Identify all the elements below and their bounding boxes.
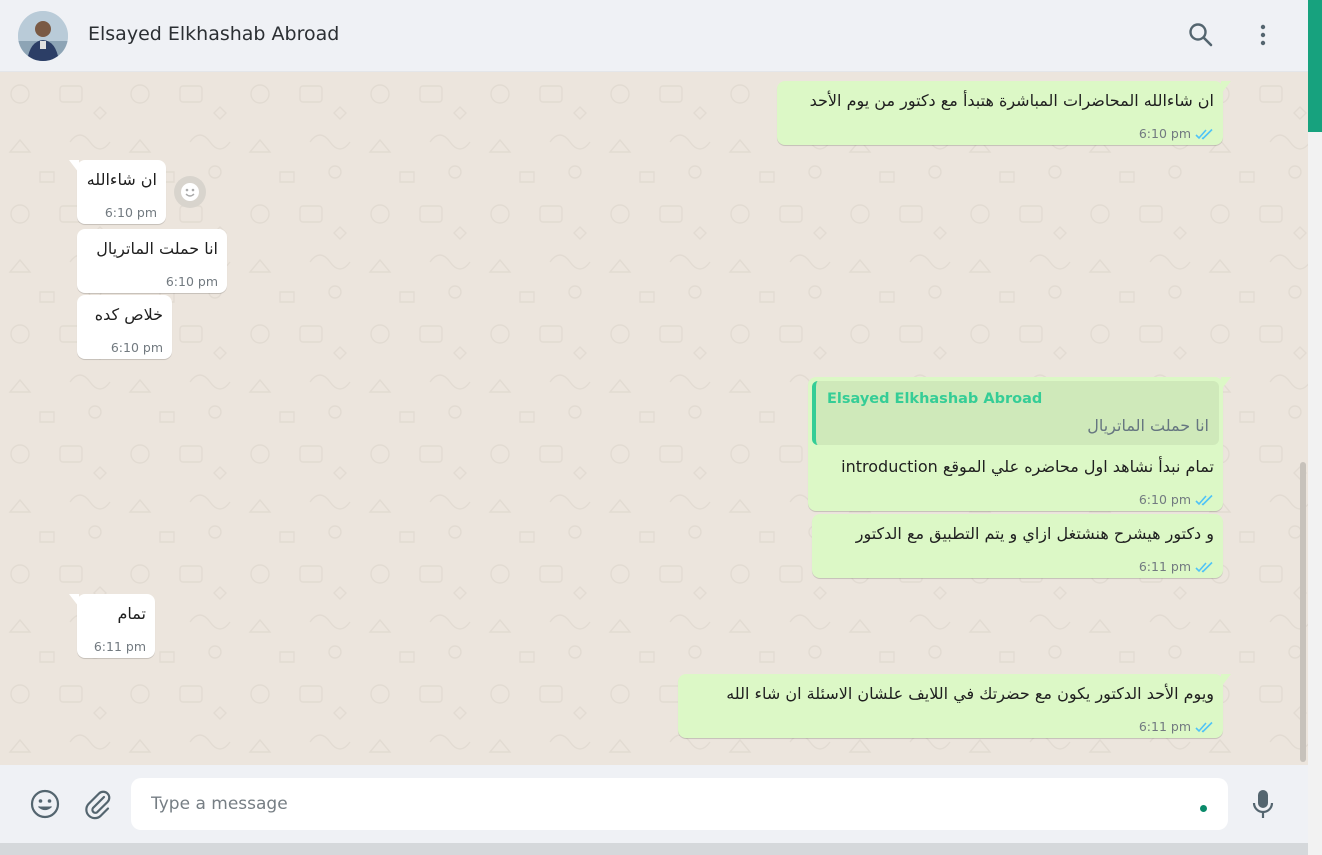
message-time: 6:10 pm: [1138, 126, 1191, 141]
message-meta: 6:10 pm: [1139, 492, 1214, 507]
avatar[interactable]: [18, 11, 68, 61]
react-emoji-button[interactable]: [174, 176, 206, 208]
accent-strip: [1308, 0, 1322, 132]
emoji-icon[interactable]: [28, 787, 62, 821]
message-time: 6:11 pm: [93, 639, 146, 654]
message-meta: 6:10 pm: [105, 205, 157, 220]
read-ticks-icon: [1195, 721, 1213, 732]
message-meta: 6:11 pm: [94, 639, 146, 654]
message-meta: 6:10 pm: [166, 274, 218, 289]
message-meta: 6:11 pm: [1139, 559, 1214, 574]
chat-scrollbar[interactable]: [1300, 462, 1306, 762]
chat-header: Elsayed Elkhashab Abroad: [0, 0, 1308, 72]
message-input[interactable]: [131, 778, 1228, 830]
message-text: و دكتور هيشرح هنشتغل ازاي و يتم التطبيق …: [855, 524, 1214, 543]
read-ticks-icon: [1195, 128, 1213, 139]
message-time: 6:10 pm: [110, 340, 163, 355]
mic-icon[interactable]: [1248, 787, 1278, 821]
message-time: 6:10 pm: [165, 274, 218, 289]
message-text: ويوم الأحد الدكتور يكون مع حضرتك في اللا…: [726, 684, 1214, 703]
message-text: تمام: [117, 604, 146, 623]
message-meta: 6:11 pm: [1139, 719, 1214, 734]
message-meta: 6:10 pm: [111, 340, 163, 355]
message-text: تمام نبدأ نشاهد اول محاضره علي الموقع in…: [841, 457, 1214, 476]
composer: [0, 765, 1308, 843]
message-bubble-incoming[interactable]: تمام 6:11 pm: [69, 594, 155, 658]
quoted-message[interactable]: Elsayed Elkhashab Abroad انا حملت الماتر…: [812, 381, 1219, 445]
smiley-icon: [181, 183, 199, 201]
message-bubble-outgoing[interactable]: ان شاءالله المحاضرات المباشرة هتبدأ مع د…: [777, 81, 1231, 145]
quoted-text: انا حملت الماتريال: [1087, 416, 1209, 435]
message-time: 6:11 pm: [1138, 719, 1191, 734]
message-text: انا حملت الماتريال: [96, 239, 218, 258]
message-bubble-outgoing[interactable]: و دكتور هيشرح هنشتغل ازاي و يتم التطبيق …: [812, 514, 1223, 578]
message-bubble-incoming[interactable]: انا حملت الماتريال 6:10 pm: [77, 229, 227, 293]
message-time: 6:10 pm: [1138, 492, 1191, 507]
message-bubble-outgoing[interactable]: ويوم الأحد الدكتور يكون مع حضرتك في اللا…: [678, 674, 1231, 738]
message-time: 6:10 pm: [104, 205, 157, 220]
message-bubble-outgoing[interactable]: Elsayed Elkhashab Abroad انا حملت الماتر…: [808, 377, 1231, 511]
message-bubble-incoming[interactable]: خلاص كده 6:10 pm: [77, 295, 172, 359]
message-time: 6:11 pm: [1138, 559, 1191, 574]
attach-icon[interactable]: [80, 787, 114, 821]
read-ticks-icon: [1195, 561, 1213, 572]
read-ticks-icon: [1195, 494, 1213, 505]
chat-window: Elsayed Elkhashab Abroad ان شاءالله المح…: [0, 0, 1308, 855]
message-text: خلاص كده: [94, 305, 163, 324]
message-list[interactable]: ان شاءالله المحاضرات المباشرة هتبدأ مع د…: [0, 72, 1308, 765]
message-text: ان شاءالله: [86, 170, 157, 189]
bottom-strip: [0, 843, 1308, 855]
message-text: ان شاءالله المحاضرات المباشرة هتبدأ مع د…: [809, 91, 1214, 110]
quoted-author: Elsayed Elkhashab Abroad: [827, 391, 1043, 407]
menu-dots-icon[interactable]: [1248, 20, 1278, 50]
search-icon[interactable]: [1186, 20, 1216, 50]
message-meta: 6:10 pm: [1139, 126, 1214, 141]
status-dot: [1200, 805, 1207, 812]
message-bubble-incoming[interactable]: ان شاءالله 6:10 pm: [69, 160, 166, 224]
contact-name[interactable]: Elsayed Elkhashab Abroad: [88, 23, 339, 45]
